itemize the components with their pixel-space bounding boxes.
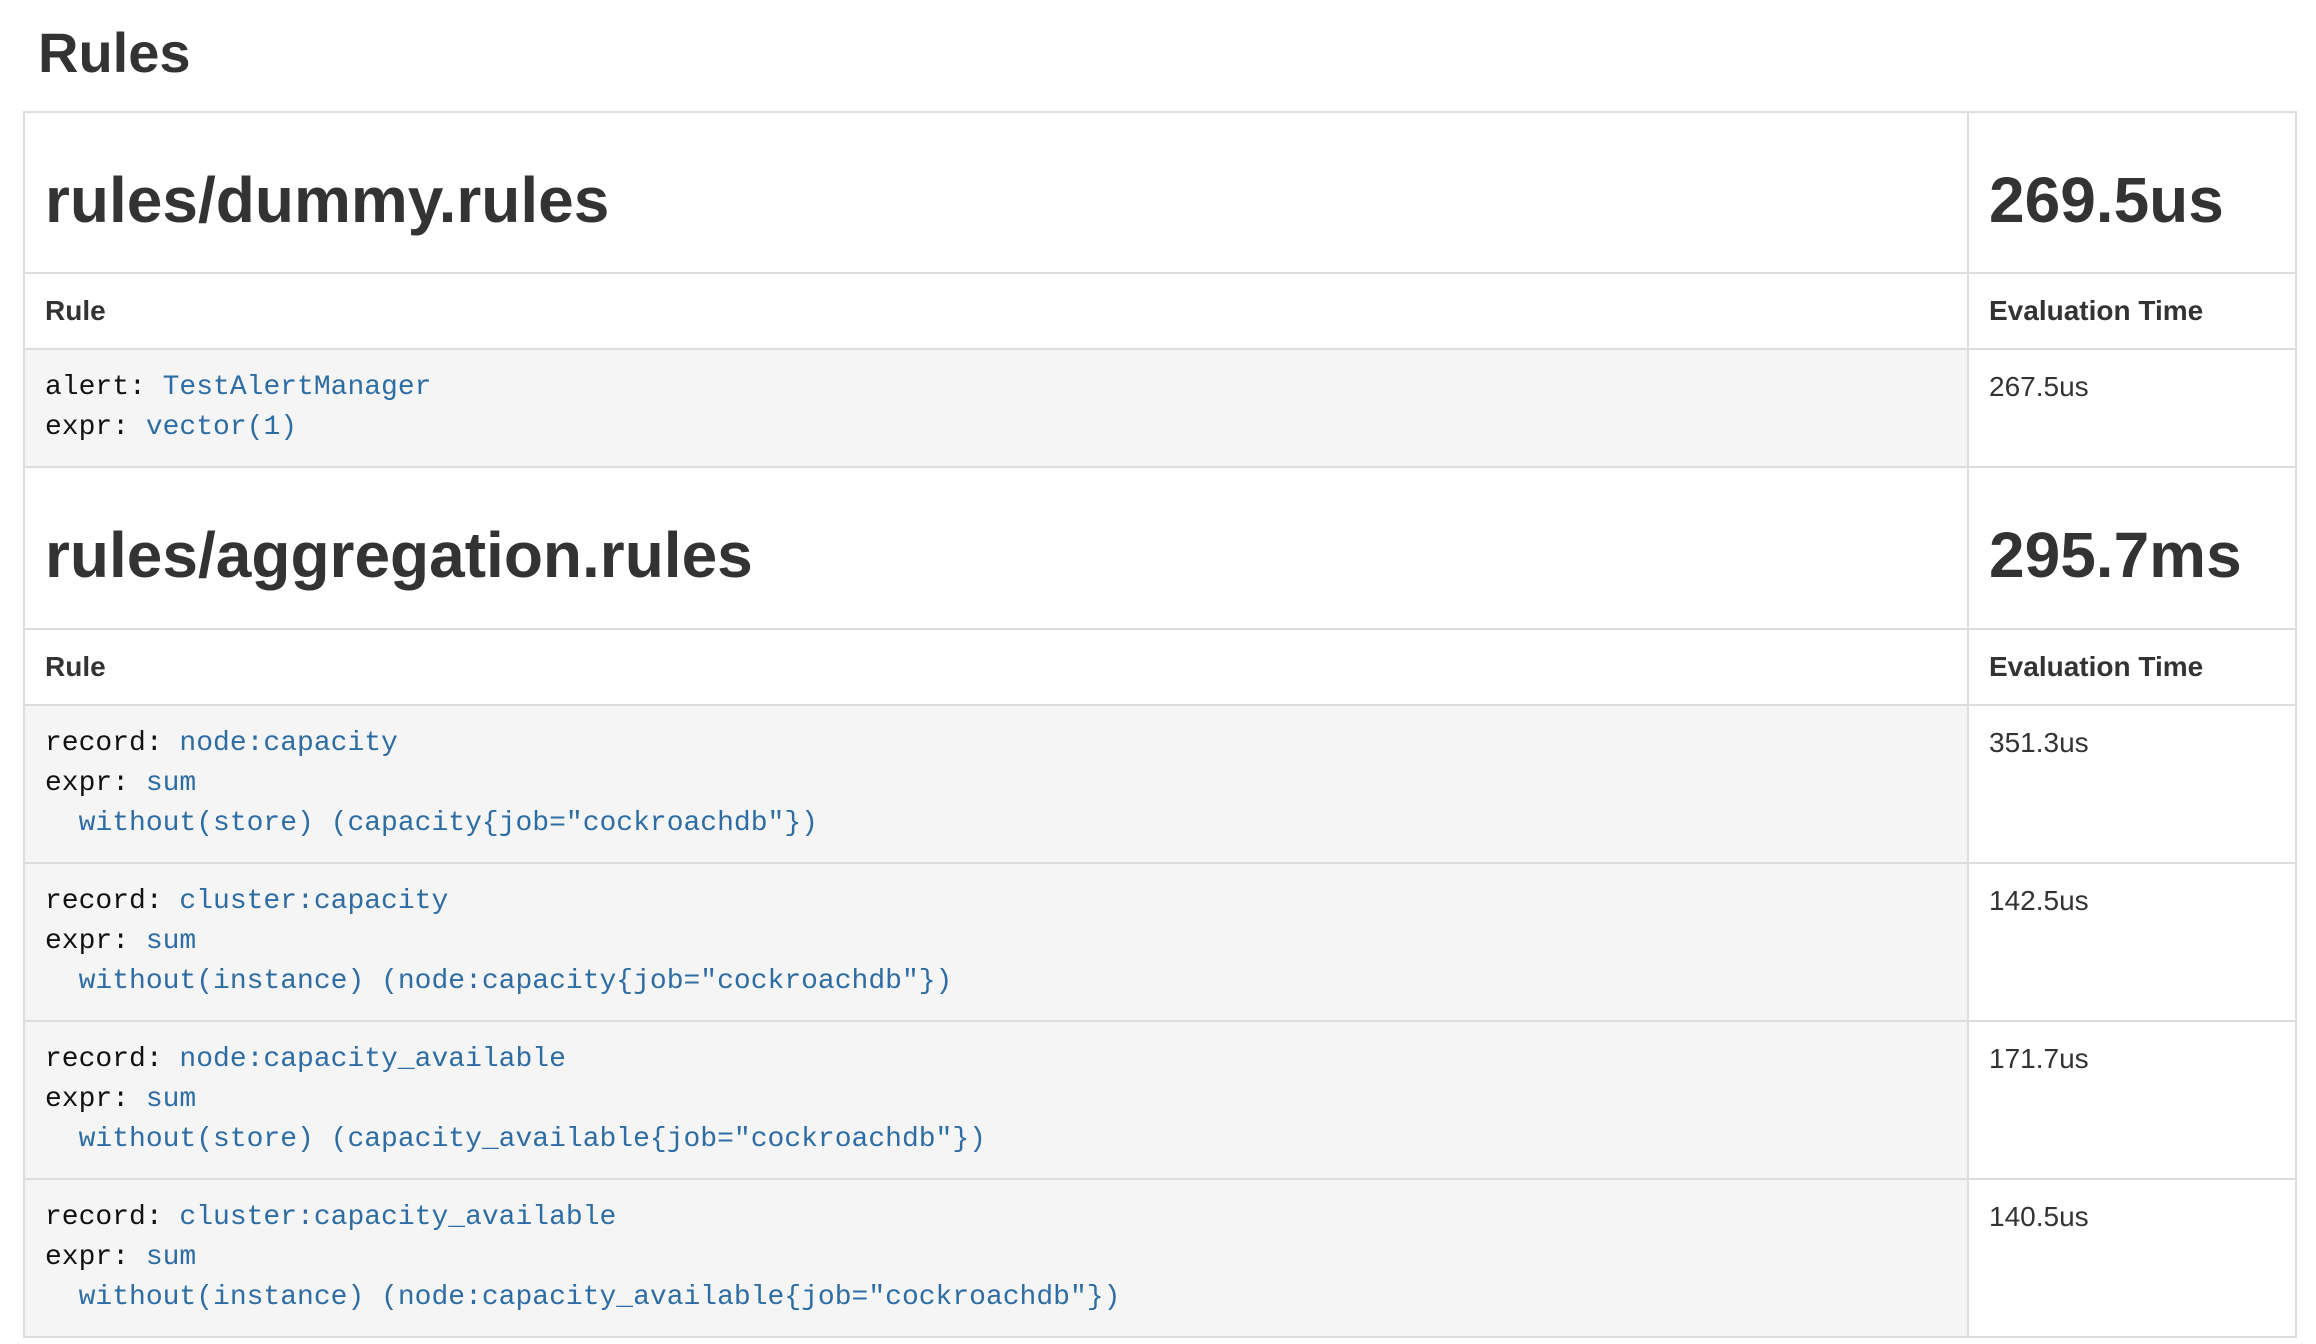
rule-definition: record: node:capacity_available expr: su… [45,1040,1947,1160]
rule-keyword: record: [45,1044,179,1075]
rule-group-evaluation-time-cell: 295.7ms [1968,467,2296,629]
rule-expression-link[interactable]: sum without(instance) (node:capacity{job… [45,926,952,997]
rule-column-header: Rule [24,629,1968,705]
rule-definition: record: node:capacity expr: sum without(… [45,724,1947,844]
column-header-row: Rule Evaluation Time [24,629,2296,705]
rule-keyword: expr: [45,768,146,799]
rules-table: rules/dummy.rules 269.5us Rule Evaluatio… [23,111,2297,1338]
rule-keyword: expr: [45,1084,146,1115]
rule-cell: record: cluster:capacity expr: sum witho… [24,863,1968,1021]
rule-expression-link[interactable]: sum without(store) (capacity_available{j… [45,1084,986,1155]
rule-column-header: Rule [24,273,1968,349]
rule-group-evaluation-time: 269.5us [1989,165,2275,237]
evaluation-time-column-header: Evaluation Time [1968,629,2296,705]
rule-cell: alert: TestAlertManager expr: vector(1) [24,349,1968,467]
evaluation-time-column-header: Evaluation Time [1968,273,2296,349]
rule-definition: record: cluster:capacity_available expr:… [45,1198,1947,1318]
rule-keyword: record: [45,728,179,759]
rule-cell: record: node:capacity expr: sum without(… [24,705,1968,863]
rule-group-name: rules/dummy.rules [45,165,1947,237]
rule-evaluation-time: 351.3us [1968,705,2296,863]
rule-group-evaluation-time-cell: 269.5us [1968,112,2296,274]
rule-definition: record: cluster:capacity expr: sum witho… [45,882,1947,1002]
rule-keyword: alert: [45,372,163,403]
rule-expression-link[interactable]: sum without(instance) (node:capacity_ava… [45,1242,1120,1313]
rule-group-name-cell: rules/aggregation.rules [24,467,1968,629]
rule-evaluation-time: 142.5us [1968,863,2296,1021]
rules-page: Rules rules/dummy.rules 269.5us Rule Eva… [0,22,2316,1338]
rule-keyword: record: [45,886,179,917]
rule-keyword: expr: [45,412,146,443]
rule-group-name: rules/aggregation.rules [45,520,1947,592]
rule-group-header-row: rules/aggregation.rules 295.7ms [24,467,2296,629]
column-header-row: Rule Evaluation Time [24,273,2296,349]
rule-name-link[interactable]: node:capacity_available [179,1044,565,1075]
rule-name-link[interactable]: TestAlertManager [163,372,432,403]
rule-cell: record: cluster:capacity_available expr:… [24,1179,1968,1337]
rule-keyword: record: [45,1202,179,1233]
rule-keyword: expr: [45,1242,146,1273]
rule-group-header-row: rules/dummy.rules 269.5us [24,112,2296,274]
rule-name-link[interactable]: cluster:capacity_available [179,1202,616,1233]
rule-keyword: expr: [45,926,146,957]
rule-cell: record: node:capacity_available expr: su… [24,1021,1968,1179]
rule-row: alert: TestAlertManager expr: vector(1) … [24,349,2296,467]
rule-row: record: cluster:capacity expr: sum witho… [24,863,2296,1021]
rule-evaluation-time: 140.5us [1968,1179,2296,1337]
rule-row: record: node:capacity expr: sum without(… [24,705,2296,863]
rule-evaluation-time: 267.5us [1968,349,2296,467]
rule-expression-link[interactable]: sum without(store) (capacity{job="cockro… [45,768,818,839]
rule-group-name-cell: rules/dummy.rules [24,112,1968,274]
rule-evaluation-time: 171.7us [1968,1021,2296,1179]
rule-name-link[interactable]: node:capacity [179,728,397,759]
rule-row: record: cluster:capacity_available expr:… [24,1179,2296,1337]
rule-expression-link[interactable]: vector(1) [146,412,297,443]
rule-definition: alert: TestAlertManager expr: vector(1) [45,368,1947,448]
rule-row: record: node:capacity_available expr: su… [24,1021,2296,1179]
rule-group-evaluation-time: 295.7ms [1989,520,2275,592]
rule-name-link[interactable]: cluster:capacity [179,886,448,917]
page-title: Rules [38,22,2295,84]
